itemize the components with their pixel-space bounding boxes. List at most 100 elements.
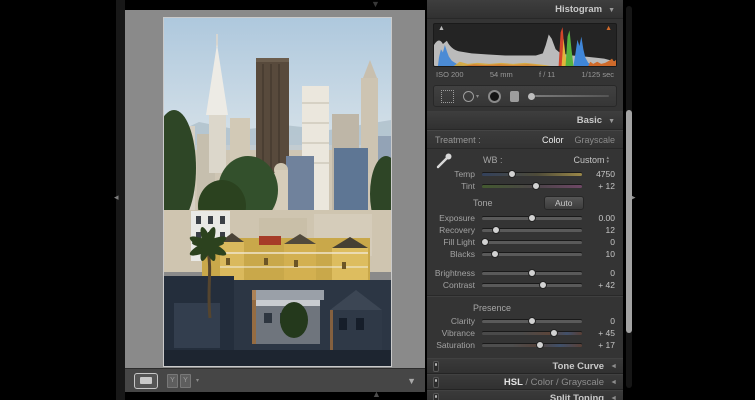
vibrance-value: + 45: [589, 328, 615, 338]
contrast-value: + 42: [589, 280, 615, 290]
presence-section-header: Presence: [427, 300, 623, 315]
hsl-panel-header[interactable]: HSL / Color / Grayscale ◄: [427, 374, 623, 390]
shutter-value: 1/125 sec: [581, 70, 614, 79]
loupe-view-icon[interactable]: [134, 373, 158, 389]
exposure-value: 0.00: [589, 213, 615, 223]
histogram-panel-header[interactable]: Histogram▼: [427, 0, 623, 19]
auto-tone-button[interactable]: Auto: [544, 196, 584, 210]
saturation-label: Saturation: [427, 340, 475, 350]
treatment-grayscale-option[interactable]: Grayscale: [574, 135, 615, 145]
toolbar-options-dropdown-icon[interactable]: ▼: [407, 376, 416, 386]
exif-info-row: ISO 200 54 mm f / 11 1/125 sec: [427, 69, 623, 82]
clarity-slider-thumb[interactable]: [528, 317, 536, 325]
histogram-display[interactable]: ▲ ▲: [433, 23, 617, 67]
saturation-slider-thumb[interactable]: [536, 341, 544, 349]
blacks-slider[interactable]: [482, 253, 582, 256]
clarity-slider[interactable]: [482, 320, 582, 323]
spot-removal-icon: [463, 91, 474, 102]
recovery-value: 12: [589, 225, 615, 235]
wb-dropdown-icon[interactable]: ▴ ▾: [606, 156, 609, 164]
fill-light-slider-thumb[interactable]: [481, 238, 489, 246]
wb-eyedropper-icon[interactable]: [435, 152, 453, 172]
basic-collapse-icon[interactable]: ▼: [608, 118, 615, 125]
temp-slider-row: Temp 4750: [427, 168, 623, 180]
adjustment-brush-icon[interactable]: [528, 93, 609, 100]
lightroom-develop-window: ◂ ▸ ▼ ▲: [0, 0, 755, 400]
clarity-slider-row: Clarity 0: [427, 315, 623, 327]
clarity-value: 0: [589, 316, 615, 326]
wb-caret-down: ▾: [606, 160, 609, 164]
split-toning-title: Split Toning: [439, 393, 604, 400]
fill-light-value: 0: [589, 237, 615, 247]
vibrance-slider-thumb[interactable]: [550, 329, 558, 337]
graduated-filter-icon[interactable]: [510, 91, 519, 102]
red-eye-icon[interactable]: [488, 90, 501, 103]
before-after-icon[interactable]: Y Y: [167, 374, 191, 388]
hsl-switch-icon[interactable]: [433, 377, 439, 388]
san-francisco-photo: [164, 18, 391, 366]
tone-curve-expand-icon[interactable]: ◄: [610, 363, 617, 370]
top-panel-expand-icon[interactable]: ▼: [371, 0, 380, 9]
vibrance-slider-row: Vibrance + 45: [427, 327, 623, 339]
panel-scrollbar-thumb[interactable]: [626, 110, 632, 333]
hsl-color-tab[interactable]: Color: [531, 377, 554, 388]
blacks-value: 10: [589, 249, 615, 259]
recovery-slider-thumb[interactable]: [492, 226, 500, 234]
spot-removal-tool[interactable]: ▾: [463, 91, 479, 102]
left-panel-expand-icon[interactable]: ◂: [114, 193, 119, 202]
blacks-slider-row: Blacks 10: [427, 248, 623, 260]
blacks-slider-thumb[interactable]: [491, 250, 499, 258]
before-after-left: Y: [167, 374, 178, 388]
wb-preset-value[interactable]: Custom: [573, 155, 604, 165]
basic-panel-header[interactable]: Basic▼: [427, 111, 623, 130]
split-toning-switch-icon[interactable]: [433, 393, 439, 400]
temp-slider[interactable]: [482, 173, 582, 176]
tint-slider-thumb[interactable]: [532, 182, 540, 190]
treatment-label: Treatment :: [435, 135, 542, 145]
treatment-row: Treatment : Color Grayscale: [427, 130, 623, 149]
exposure-slider-thumb[interactable]: [528, 214, 536, 222]
right-panel: Histogram▼ ▲ ▲ ISO 200 54 mm f / 11 1/12…: [427, 0, 623, 392]
hsl-separator-2: /: [556, 377, 559, 388]
contrast-slider-thumb[interactable]: [539, 281, 547, 289]
fill-light-label: Fill Light: [427, 237, 475, 247]
hsl-expand-icon[interactable]: ◄: [610, 379, 617, 386]
saturation-slider[interactable]: [482, 344, 582, 347]
contrast-slider[interactable]: [482, 284, 582, 287]
wb-label: WB :: [483, 155, 503, 165]
brightness-label: Brightness: [427, 268, 475, 278]
white-balance-row: WB : Custom ▴ ▾: [427, 152, 623, 168]
before-after-dropdown-icon[interactable]: ▾: [196, 377, 199, 384]
presence-label: Presence: [473, 303, 511, 313]
focal-length-value: 54 mm: [490, 70, 513, 79]
shadow-clipping-icon[interactable]: ▲: [438, 25, 445, 33]
brightness-slider[interactable]: [482, 272, 582, 275]
exposure-label: Exposure: [427, 213, 475, 223]
tint-slider[interactable]: [482, 185, 582, 188]
highlight-clipping-icon[interactable]: ▲: [605, 25, 612, 33]
tone-curve-switch-icon[interactable]: [433, 361, 439, 372]
treatment-color-option[interactable]: Color: [542, 135, 564, 145]
exposure-slider[interactable]: [482, 217, 582, 220]
brightness-slider-thumb[interactable]: [528, 269, 536, 277]
tone-curve-panel-header[interactable]: Tone Curve ◄: [427, 358, 623, 374]
recovery-slider-row: Recovery 12: [427, 224, 623, 236]
temp-slider-thumb[interactable]: [508, 170, 516, 178]
tool-strip: ▾: [433, 85, 617, 107]
photo-canvas[interactable]: [163, 17, 392, 367]
fill-light-slider[interactable]: [482, 241, 582, 244]
hsl-grayscale-tab[interactable]: Grayscale: [561, 377, 604, 388]
tint-label: Tint: [427, 181, 475, 191]
tint-slider-row: Tint + 12: [427, 180, 623, 192]
crop-overlay-icon[interactable]: [441, 90, 454, 103]
split-toning-panel-header[interactable]: Split Toning ◄: [427, 390, 623, 400]
hsl-tab[interactable]: HSL: [504, 377, 523, 388]
recovery-slider[interactable]: [482, 229, 582, 232]
vibrance-slider[interactable]: [482, 332, 582, 335]
spot-removal-dropdown-icon[interactable]: ▾: [476, 93, 479, 100]
split-toning-expand-icon[interactable]: ◄: [610, 395, 617, 400]
view-toolbar: Y Y ▾ ▼: [125, 368, 425, 392]
histogram-collapse-icon[interactable]: ▼: [608, 7, 615, 14]
brightness-slider-row: Brightness 0: [427, 267, 623, 279]
tone-curve-title: Tone Curve: [439, 361, 604, 372]
